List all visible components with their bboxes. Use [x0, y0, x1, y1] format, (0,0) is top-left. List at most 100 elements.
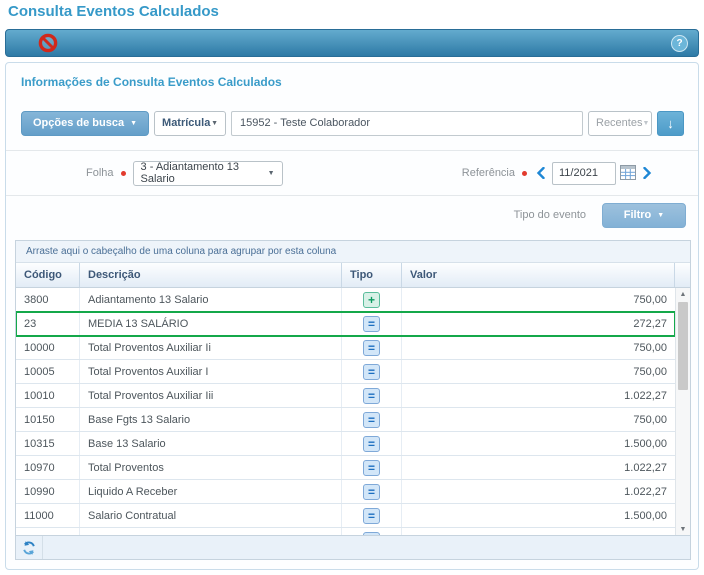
- cell-descricao: Total Proventos Auxiliar I: [80, 360, 342, 383]
- calendar-icon[interactable]: [619, 164, 639, 183]
- search-row: Opções de busca ▼ Matrícula ▼ Recentes ▼…: [6, 102, 698, 150]
- scrollbar-thumb[interactable]: [678, 302, 688, 390]
- page-title: Consulta Eventos Calculados: [8, 3, 219, 20]
- cell-descricao: Total Proventos: [80, 456, 342, 479]
- cell-valor: 1.500,00: [402, 504, 675, 527]
- required-dot: [121, 171, 126, 176]
- cell-valor: 750,00: [402, 288, 675, 311]
- scroll-up-icon[interactable]: ▲: [676, 288, 690, 301]
- table-row[interactable]: 10315Base 13 Salario = 1.500,00: [16, 432, 675, 456]
- equals-icon[interactable]: =: [363, 484, 380, 500]
- cell-valor: 272,27: [402, 312, 675, 335]
- refresh-icon: [22, 541, 36, 555]
- cell-tipo: =: [342, 384, 402, 407]
- table-row[interactable]: 10970Total Proventos=1.022,27: [16, 456, 675, 480]
- cell-tipo: =: [342, 336, 402, 359]
- table-row[interactable]: 3800Adiantamento 13 Salario +750,00: [16, 288, 675, 312]
- folha-select[interactable]: 3 - Adiantamento 13 Salario ▼: [133, 161, 283, 186]
- equals-icon[interactable]: =: [363, 508, 380, 524]
- equals-icon[interactable]: =: [363, 436, 380, 452]
- column-header-tipo[interactable]: Tipo: [342, 263, 402, 287]
- main-panel: Informações de Consulta Eventos Calculad…: [5, 62, 699, 570]
- cell-valor: 750,00: [402, 336, 675, 359]
- cell-tipo: =: [342, 480, 402, 503]
- cell-tipo: =: [342, 360, 402, 383]
- table-row[interactable]: 23MEDIA 13 SALÁRIO = 272,27: [16, 312, 675, 336]
- vertical-scrollbar[interactable]: ▲ ▼: [675, 288, 690, 536]
- event-type-row: Tipo do evento Filtro ▼: [6, 196, 698, 234]
- cell-tipo: =: [342, 312, 402, 335]
- cell-valor: 1.500,00: [402, 432, 675, 455]
- cell-descricao: Base 13 Salario: [80, 432, 342, 455]
- search-options-label: Opções de busca: [33, 117, 124, 129]
- table-row[interactable]: 11000Salario Contratual = 1.500,00: [16, 504, 675, 528]
- toolbar: ?: [5, 29, 699, 57]
- tipo-evento-label: Tipo do evento: [514, 209, 586, 221]
- cell-codigo: 10010: [16, 384, 80, 407]
- cell-descricao: Salario Contratual: [80, 504, 342, 527]
- prohibition-icon[interactable]: [38, 33, 58, 58]
- cell-tipo: =: [342, 456, 402, 479]
- cell-codigo: 10005: [16, 360, 80, 383]
- cell-descricao: Base Fgts 13 Salario: [80, 408, 342, 431]
- caret-down-icon: ▼: [642, 120, 649, 127]
- table-row[interactable]: 10005Total Proventos Auxiliar I=750,00: [16, 360, 675, 384]
- cell-descricao: Liquido A Receber: [80, 480, 342, 503]
- cell-descricao: MEDIA 13 SALÁRIO: [80, 312, 342, 335]
- cell-tipo: +: [342, 288, 402, 311]
- caret-down-icon: ▼: [268, 170, 275, 177]
- refresh-button[interactable]: [16, 536, 43, 559]
- cell-codigo: 10150: [16, 408, 80, 431]
- cell-codigo: 3800: [16, 288, 80, 311]
- help-icon[interactable]: ?: [671, 35, 688, 52]
- caret-down-icon: ▼: [211, 120, 218, 127]
- filtro-label: Filtro: [624, 209, 652, 221]
- search-input[interactable]: [231, 111, 583, 136]
- referencia-label: Referência: [462, 167, 515, 179]
- equals-icon[interactable]: =: [363, 412, 380, 428]
- previous-month-button[interactable]: [532, 167, 549, 179]
- cell-codigo: 23: [16, 312, 80, 335]
- recent-select[interactable]: Recentes ▼: [588, 111, 652, 136]
- search-submit-button[interactable]: ↓: [657, 111, 684, 136]
- filtro-button[interactable]: Filtro ▼: [602, 203, 686, 228]
- plus-icon[interactable]: +: [363, 292, 380, 308]
- column-header-codigo[interactable]: Código: [16, 263, 80, 287]
- search-field-label: Matrícula: [162, 117, 210, 129]
- arrow-down-icon: ↓: [667, 116, 674, 131]
- cell-descricao: Total Proventos Auxiliar Ii: [80, 336, 342, 359]
- cell-descricao: Total Proventos Auxiliar Iii: [80, 384, 342, 407]
- equals-icon[interactable]: =: [363, 364, 380, 380]
- folha-value: 3 - Adiantamento 13 Salario: [141, 161, 268, 185]
- cell-codigo: 11000: [16, 504, 80, 527]
- folha-label: Folha: [86, 167, 114, 179]
- group-by-bar[interactable]: Arraste aqui o cabeçalho de uma coluna p…: [16, 241, 690, 263]
- cell-valor: 1.022,27: [402, 480, 675, 503]
- column-header-descricao[interactable]: Descrição: [80, 263, 342, 287]
- cell-codigo: 10315: [16, 432, 80, 455]
- table-footer: [16, 535, 690, 559]
- caret-down-icon: ▼: [657, 212, 664, 219]
- cell-codigo: 10000: [16, 336, 80, 359]
- table-row[interactable]: 10000Total Proventos Auxiliar Ii = 750,00: [16, 336, 675, 360]
- table-row[interactable]: 10990Liquido A Receber=1.022,27: [16, 480, 675, 504]
- recent-label: Recentes: [596, 117, 642, 129]
- column-header-spacer: [675, 263, 690, 287]
- table-row[interactable]: 10150Base Fgts 13 Salario = 750,00: [16, 408, 675, 432]
- equals-icon[interactable]: =: [363, 460, 380, 476]
- cell-tipo: =: [342, 408, 402, 431]
- column-header-valor[interactable]: Valor: [402, 263, 675, 287]
- cell-valor: 1.022,27: [402, 384, 675, 407]
- table-row[interactable]: 10010Total Proventos Auxiliar Iii = 1.022,…: [16, 384, 675, 408]
- cell-valor: 750,00: [402, 408, 675, 431]
- equals-icon[interactable]: =: [363, 340, 380, 356]
- equals-icon[interactable]: =: [363, 388, 380, 404]
- search-field-select[interactable]: Matrícula ▼: [154, 111, 226, 136]
- next-month-button[interactable]: [639, 167, 656, 179]
- folha-row: Folha 3 - Adiantamento 13 Salario ▼ Refe…: [6, 151, 698, 195]
- table-header: Código Descrição Tipo Valor: [16, 263, 690, 288]
- cell-descricao: Adiantamento 13 Salario: [80, 288, 342, 311]
- referencia-input[interactable]: [552, 162, 616, 185]
- search-options-button[interactable]: Opções de busca ▼: [21, 111, 149, 136]
- equals-icon[interactable]: =: [363, 316, 380, 332]
